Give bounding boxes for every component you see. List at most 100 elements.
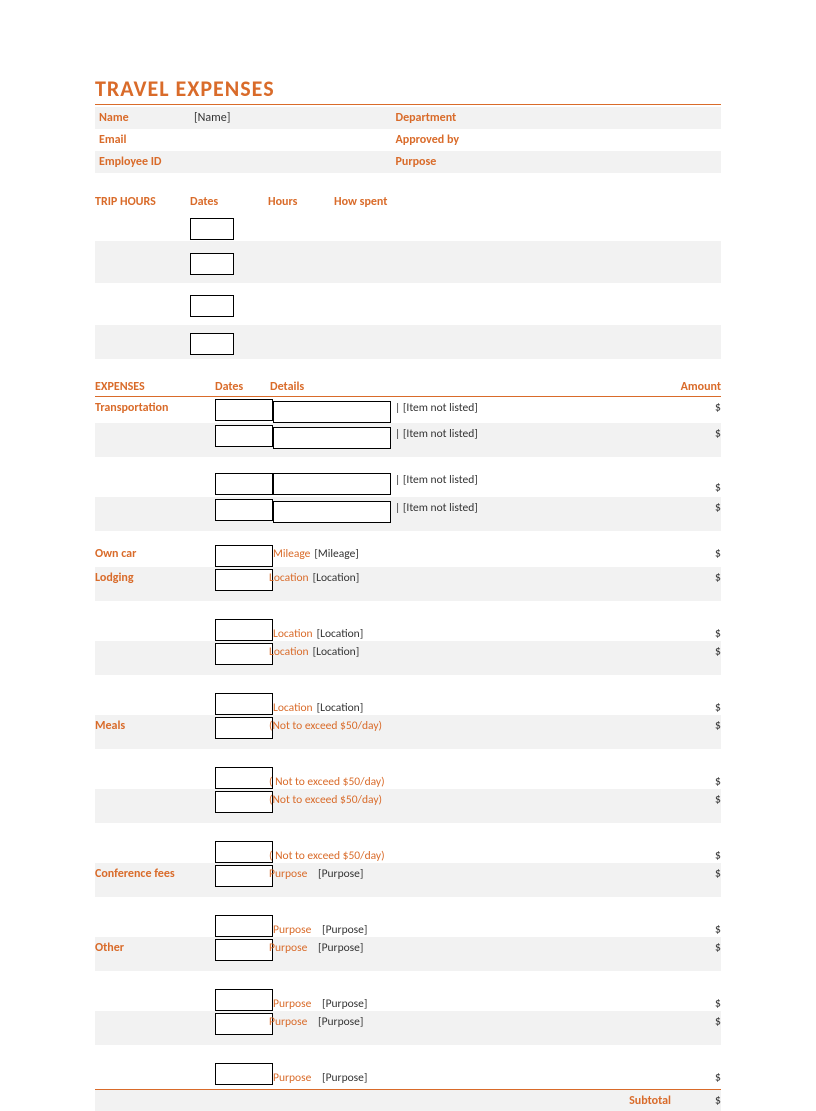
location-label: Location xyxy=(269,645,309,659)
meals-note: (Not to exceed $50/day) xyxy=(269,719,382,733)
expense-date-input[interactable] xyxy=(215,939,273,961)
amount-value: $ xyxy=(691,847,721,863)
expenses-amount-header: Amount xyxy=(661,380,721,394)
expense-date-input[interactable] xyxy=(215,1063,273,1085)
expenses-dates-header: Dates xyxy=(215,380,270,394)
purpose-label: Purpose xyxy=(269,867,307,881)
expense-date-input[interactable] xyxy=(215,619,273,641)
amount-value: $ xyxy=(691,699,721,715)
purpose-value: [Purpose] xyxy=(318,1015,363,1029)
expense-date-input[interactable] xyxy=(215,841,273,863)
expense-row: | [Item not listed] $ xyxy=(95,457,721,497)
expenses-section-label: EXPENSES xyxy=(95,380,215,394)
name-value: [Name] xyxy=(194,111,396,125)
item-not-listed: | [Item not listed] xyxy=(395,501,478,515)
expense-date-input[interactable] xyxy=(215,791,273,813)
purpose-value: [Purpose] xyxy=(322,923,367,937)
item-not-listed: | [Item not listed] xyxy=(395,427,478,441)
subtotal-value: $ xyxy=(691,1094,721,1108)
expense-date-input[interactable] xyxy=(215,717,273,739)
expenses-header: EXPENSES Dates Details Amount xyxy=(95,377,721,397)
info-row-name: Name [Name] Department xyxy=(95,107,721,129)
trip-row xyxy=(95,325,721,359)
location-label: Location xyxy=(273,627,313,641)
expense-row: Location[Location] $ xyxy=(95,675,721,715)
expense-date-input[interactable] xyxy=(215,425,273,447)
trip-date-input[interactable] xyxy=(190,253,234,275)
expense-row: Purpose [Purpose] $ xyxy=(95,971,721,1011)
expense-date-input[interactable] xyxy=(215,865,273,887)
expense-detail-input[interactable] xyxy=(273,473,391,495)
amount-value: $ xyxy=(691,921,721,937)
expense-row: ( Not to exceed $50/day) $ xyxy=(95,749,721,789)
purpose-value: [Purpose] xyxy=(318,867,363,881)
department-label: Department xyxy=(396,111,516,125)
expense-date-input[interactable] xyxy=(215,693,273,715)
expense-date-input[interactable] xyxy=(215,643,273,665)
expense-row: | [Item not listed] $ xyxy=(95,497,721,531)
email-label: Email xyxy=(99,133,194,147)
expense-date-input[interactable] xyxy=(215,545,273,567)
expense-date-input[interactable] xyxy=(215,915,273,937)
trip-howspent-header: How spent xyxy=(334,195,721,209)
amount-value: $ xyxy=(691,625,721,641)
amount-value: $ xyxy=(691,569,721,585)
page-title: TRAVEL EXPENSES xyxy=(95,75,721,105)
expense-date-input[interactable] xyxy=(215,1013,273,1035)
trip-date-input[interactable] xyxy=(190,295,234,317)
amount-value: $ xyxy=(691,499,721,515)
expense-date-input[interactable] xyxy=(215,473,273,495)
purpose-label: Purpose xyxy=(273,923,311,937)
expense-row: (Not to exceed $50/day) $ xyxy=(95,789,721,823)
expense-date-input[interactable] xyxy=(215,767,273,789)
purpose-label: Purpose xyxy=(269,941,307,955)
trip-dates-header: Dates xyxy=(190,195,268,209)
expense-detail-input[interactable] xyxy=(273,501,391,523)
approved-label: Approved by xyxy=(396,133,516,147)
item-not-listed: | [Item not listed] xyxy=(395,473,478,487)
amount-value: $ xyxy=(691,995,721,1011)
meals-note: ( Not to exceed $50/day) xyxy=(269,849,385,863)
trip-date-input[interactable] xyxy=(190,218,234,240)
amount-value: $ xyxy=(691,865,721,881)
expense-row-meals: Meals (Not to exceed $50/day) $ xyxy=(95,715,721,749)
purpose-label: Purpose xyxy=(269,1015,307,1029)
purpose-value: [Purpose] xyxy=(322,997,367,1011)
amount-value: $ xyxy=(691,1069,721,1085)
empid-label: Employee ID xyxy=(99,155,194,169)
expense-detail-input[interactable] xyxy=(273,401,391,423)
meals-note: ( Not to exceed $50/day) xyxy=(269,775,385,789)
expense-date-input[interactable] xyxy=(215,499,273,521)
expense-row: Location[Location] $ xyxy=(95,601,721,641)
name-label: Name xyxy=(99,111,194,125)
amount-value: $ xyxy=(691,643,721,659)
expense-date-input[interactable] xyxy=(215,399,273,421)
purpose-label: Purpose xyxy=(273,1071,311,1085)
purpose-label: Purpose xyxy=(396,155,516,169)
expense-row: Purpose [Purpose] $ xyxy=(95,1045,721,1085)
info-row-empid: Employee ID Purpose xyxy=(95,151,721,173)
expense-date-input[interactable] xyxy=(215,989,273,1011)
location-value: [Location] xyxy=(313,571,360,585)
expense-row-lodging: Lodging Location[Location] $ xyxy=(95,567,721,601)
expense-row: Purpose [Purpose] $ xyxy=(95,897,721,937)
mileage-value: [Mileage] xyxy=(314,547,358,561)
expense-detail-input[interactable] xyxy=(273,427,391,449)
expense-row: Purpose [Purpose] $ xyxy=(95,1011,721,1045)
expense-row: Location[Location] $ xyxy=(95,641,721,675)
expense-row-conference: Conference fees Purpose [Purpose] $ xyxy=(95,863,721,897)
subtotal-label: Subtotal xyxy=(611,1094,691,1108)
owncar-label: Own car xyxy=(95,545,215,561)
trip-date-input[interactable] xyxy=(190,333,234,355)
trip-row xyxy=(95,213,721,241)
purpose-value: [Purpose] xyxy=(318,941,363,955)
expense-row: ( Not to exceed $50/day) $ xyxy=(95,823,721,863)
subtotal-row: Subtotal $ xyxy=(95,1089,721,1111)
expense-date-input[interactable] xyxy=(215,569,273,591)
trip-row xyxy=(95,241,721,283)
purpose-value: [Purpose] xyxy=(322,1071,367,1085)
item-not-listed: | [Item not listed] xyxy=(395,401,478,415)
expense-row-owncar: Own car Mileage[Mileage] $ xyxy=(95,543,721,567)
purpose-label: Purpose xyxy=(273,997,311,1011)
trip-hours-col-header: Hours xyxy=(268,195,334,209)
